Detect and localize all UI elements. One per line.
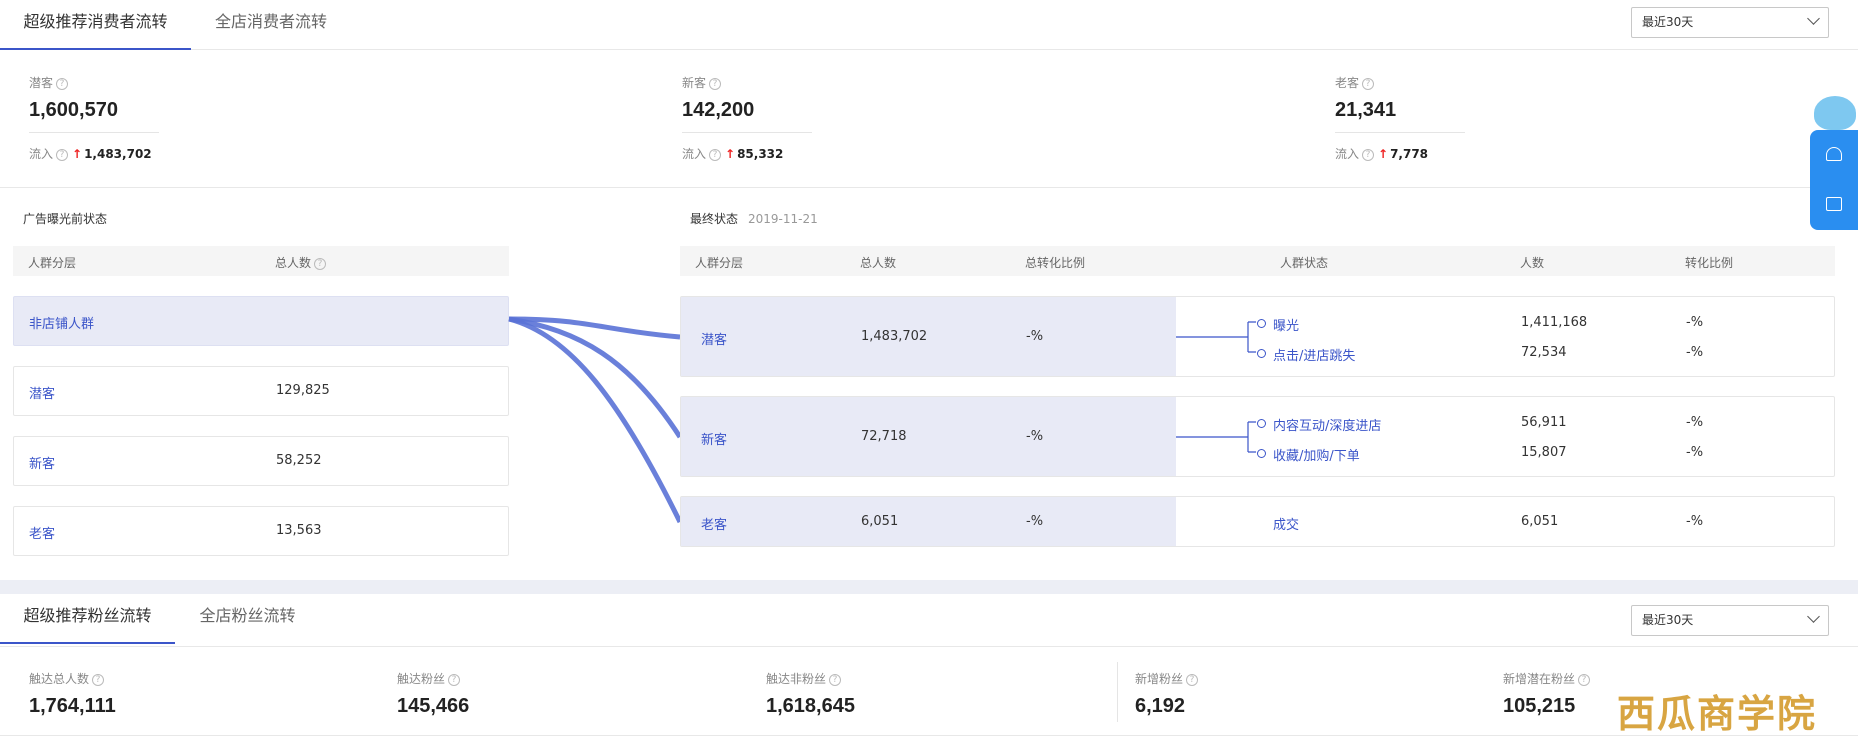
- section-band: [0, 580, 1858, 594]
- fan-metric-new-potential-fans: 新增潜在粉丝? 105,215: [1503, 670, 1591, 718]
- question-circle-icon[interactable]: ?: [92, 673, 105, 686]
- state-label[interactable]: 成交: [1273, 514, 1299, 533]
- metric-label: 触达非粉丝: [766, 672, 827, 686]
- segment-total: 6,051: [861, 514, 899, 529]
- state-count: 56,911: [1521, 415, 1567, 430]
- fan-metric-reach-nonfans: 触达非粉丝? 1,618,645: [766, 670, 855, 718]
- fan-flow-tabs: 超级推荐粉丝流转 全店粉丝流转 最近30天: [0, 594, 1858, 647]
- metric-label: 触达总人数: [29, 672, 90, 686]
- header-total-rate: 总转化比例: [1025, 256, 1086, 270]
- metric-value: 105,215: [1503, 695, 1576, 717]
- state-count: 15,807: [1521, 445, 1567, 460]
- question-circle-icon[interactable]: ?: [829, 673, 842, 686]
- question-circle-icon[interactable]: ?: [1578, 673, 1591, 686]
- state-rate: -%: [1686, 445, 1704, 460]
- state-count: 6,051: [1521, 514, 1559, 529]
- metric-value: 1,618,645: [766, 695, 855, 717]
- node-icon: [1257, 449, 1266, 458]
- divider: [1117, 662, 1118, 722]
- header-state: 人群状态: [1280, 256, 1329, 270]
- table-row[interactable]: 潜客 1,483,702 -% 曝光 1,411,168 -% 点击/进店跳失 …: [680, 296, 1835, 377]
- state-rate: -%: [1686, 315, 1704, 330]
- metric-value: 6,192: [1135, 695, 1186, 717]
- state-label[interactable]: 收藏/加购/下单: [1273, 445, 1360, 464]
- state-label[interactable]: 点击/进店跳失: [1273, 345, 1355, 364]
- table-row[interactable]: 老客 6,051 -% 成交 6,051 -%: [680, 496, 1835, 547]
- metric-value: 145,466: [397, 695, 470, 717]
- metric-label: 新增粉丝: [1135, 672, 1184, 686]
- segment-total: 72,718: [861, 429, 907, 444]
- header-people: 人数: [1520, 256, 1545, 270]
- message-icon[interactable]: [1826, 197, 1842, 211]
- metric-label: 新增潜在粉丝: [1503, 672, 1576, 686]
- state-label[interactable]: 内容互动/深度进店: [1273, 415, 1381, 434]
- fan-date-range-select[interactable]: 最近30天: [1631, 605, 1829, 636]
- question-circle-icon[interactable]: ?: [448, 673, 461, 686]
- state-rate: -%: [1686, 514, 1704, 529]
- table-row[interactable]: 新客 72,718 -% 内容互动/深度进店 56,911 -% 收藏/加购/下…: [680, 396, 1835, 477]
- state-rate: -%: [1686, 345, 1704, 360]
- side-toolbar: [1810, 130, 1858, 230]
- node-icon: [1257, 419, 1266, 428]
- row-highlight: [681, 397, 1176, 476]
- state-label[interactable]: 曝光: [1273, 315, 1299, 334]
- header-rate: 转化比例: [1685, 256, 1734, 270]
- bottom-divider: [0, 735, 1858, 736]
- segment-rate: -%: [1026, 514, 1044, 529]
- watermark: 西瓜商学院: [1617, 691, 1818, 736]
- date-range-value: 最近30天: [1642, 613, 1694, 627]
- metric-value: 1,764,111: [29, 695, 116, 717]
- tab-store-fans[interactable]: 全店粉丝流转: [175, 594, 320, 644]
- segment-name: 老客: [701, 518, 728, 533]
- segment-name: 潜客: [701, 333, 728, 348]
- fan-metric-reach-total: 触达总人数? 1,764,111: [29, 670, 116, 718]
- state-rate: -%: [1686, 415, 1704, 430]
- metric-label: 触达粉丝: [397, 672, 446, 686]
- segment-rate: -%: [1026, 329, 1044, 344]
- node-icon: [1257, 319, 1266, 328]
- header-total: 总人数: [860, 256, 897, 270]
- tab-super-recommend-fans[interactable]: 超级推荐粉丝流转: [0, 594, 175, 644]
- final-table-header: 人群分层 总人数 总转化比例 人群状态 人数 转化比例: [680, 246, 1835, 276]
- row-highlight: [681, 497, 1176, 546]
- fan-metric-new-fans: 新增粉丝? 6,192: [1135, 670, 1199, 718]
- question-circle-icon[interactable]: ?: [1186, 673, 1199, 686]
- bell-icon[interactable]: [1826, 147, 1842, 161]
- fan-metric-reach-fans: 触达粉丝? 145,466: [397, 670, 469, 718]
- node-icon: [1257, 349, 1266, 358]
- state-count: 1,411,168: [1521, 315, 1588, 330]
- segment-rate: -%: [1026, 429, 1044, 444]
- segment-total: 1,483,702: [861, 329, 928, 344]
- state-count: 72,534: [1521, 345, 1567, 360]
- mascot-icon[interactable]: [1814, 96, 1856, 130]
- chevron-down-icon: [1807, 610, 1820, 623]
- header-segment: 人群分层: [695, 256, 744, 270]
- row-highlight: [681, 297, 1176, 376]
- segment-name: 新客: [701, 433, 728, 448]
